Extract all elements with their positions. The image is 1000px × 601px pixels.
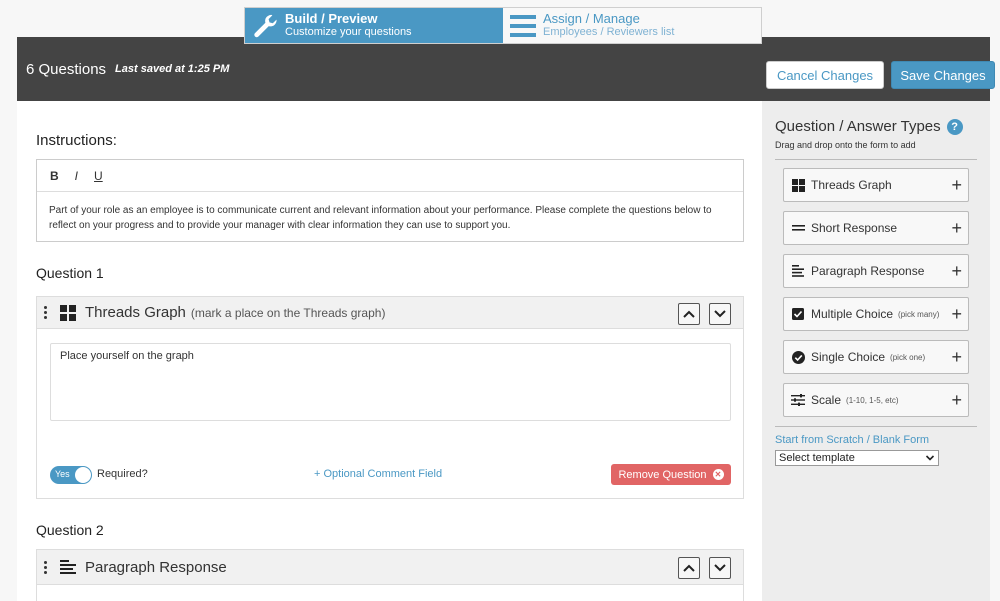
question-type-name: Paragraph Response bbox=[85, 558, 227, 576]
type-threads-graph[interactable]: Threads Graph + bbox=[783, 168, 969, 202]
type-hint: (pick one) bbox=[890, 352, 926, 362]
menu-icon bbox=[507, 11, 539, 41]
form-builder-panel: Instructions: B I U Part of your role as… bbox=[17, 101, 762, 601]
required-label: Required? bbox=[97, 468, 148, 480]
question-prompt-input[interactable]: Place yourself on the graph bbox=[50, 343, 731, 421]
check-circle-icon bbox=[791, 350, 805, 364]
question-header: Threads Graph (mark a place on the Threa… bbox=[37, 297, 743, 329]
template-select[interactable]: Select template bbox=[775, 450, 939, 466]
type-hint: (1-10, 1-5, etc) bbox=[846, 395, 899, 405]
remove-question-label: Remove Question bbox=[618, 468, 707, 481]
paragraph-icon bbox=[59, 558, 77, 576]
type-label: Paragraph Response bbox=[811, 264, 925, 278]
chevron-down-icon bbox=[714, 564, 726, 572]
close-icon: ✕ bbox=[712, 469, 724, 480]
help-icon[interactable]: ? bbox=[946, 118, 963, 135]
instructions-label: Instructions: bbox=[36, 132, 117, 149]
grid-icon bbox=[59, 304, 77, 322]
type-hint: (pick many) bbox=[898, 309, 940, 319]
type-label: Short Response bbox=[811, 221, 898, 235]
question-type-name: Threads Graph bbox=[85, 304, 186, 321]
move-down-button[interactable] bbox=[709, 303, 731, 325]
plus-icon[interactable]: + bbox=[951, 304, 962, 324]
step-subtitle: Employees / Reviewers list bbox=[543, 26, 675, 38]
plus-icon[interactable]: + bbox=[951, 261, 962, 281]
template-select-value: Select template bbox=[779, 452, 855, 464]
question-card: Threads Graph (mark a place on the Threa… bbox=[36, 296, 744, 499]
checkbox-icon bbox=[791, 307, 805, 321]
instructions-editor[interactable]: B I U Part of your role as an employee i… bbox=[36, 159, 744, 242]
cancel-changes-button[interactable]: Cancel Changes bbox=[766, 61, 884, 89]
chevron-down-icon bbox=[925, 455, 935, 461]
chevron-up-icon bbox=[683, 310, 695, 318]
step-tabs: Build / Preview Customize your questions… bbox=[244, 7, 762, 44]
question-type-hint: (mark a place on the Threads graph) bbox=[190, 305, 386, 320]
question-label: Question 2 bbox=[36, 522, 104, 538]
sidebar-title: Question / Answer Types ? bbox=[775, 118, 963, 135]
grid-icon bbox=[791, 178, 805, 192]
instructions-text[interactable]: Part of your role as an employee is to c… bbox=[37, 192, 743, 244]
form-header: 6 Questions Last saved at 1:25 PM Cancel… bbox=[17, 37, 995, 101]
step-build-preview[interactable]: Build / Preview Customize your questions bbox=[245, 8, 503, 43]
type-multiple-choice[interactable]: Multiple Choice (pick many) + bbox=[783, 297, 969, 331]
wrench-icon bbox=[249, 11, 281, 41]
question-card: Paragraph Response bbox=[36, 549, 744, 601]
toggle-label: Yes bbox=[55, 469, 70, 479]
optional-comment-link[interactable]: + Optional Comment Field bbox=[314, 468, 442, 480]
underline-button[interactable]: U bbox=[94, 169, 103, 183]
step-assign-manage[interactable]: Assign / Manage Employees / Reviewers li… bbox=[503, 8, 761, 43]
question-count: 6 Questions bbox=[26, 60, 107, 78]
question-label: Question 1 bbox=[36, 265, 104, 281]
type-label: Single Choice bbox=[811, 350, 886, 364]
save-changes-button[interactable]: Save Changes bbox=[891, 61, 995, 89]
question-header: Paragraph Response bbox=[37, 550, 743, 585]
question-types-sidebar: Question / Answer Types ? Drag and drop … bbox=[762, 101, 990, 601]
drag-handle-icon[interactable] bbox=[41, 560, 49, 574]
toggle-knob bbox=[75, 467, 91, 483]
sliders-icon bbox=[791, 393, 805, 407]
required-toggle[interactable]: Yes bbox=[50, 466, 92, 484]
divider bbox=[775, 426, 977, 427]
sidebar-title-text: Question / Answer Types bbox=[775, 118, 941, 135]
type-label: Multiple Choice bbox=[811, 307, 894, 321]
plus-icon[interactable]: + bbox=[951, 175, 962, 195]
remove-question-button[interactable]: Remove Question ✕ bbox=[611, 464, 731, 485]
type-short-response[interactable]: Short Response + bbox=[783, 211, 969, 245]
type-label: Threads Graph bbox=[811, 178, 892, 192]
step-subtitle: Customize your questions bbox=[285, 26, 412, 38]
editor-toolbar: B I U bbox=[37, 160, 743, 192]
italic-button[interactable]: I bbox=[75, 169, 78, 183]
type-scale[interactable]: Scale (1-10, 1-5, etc) + bbox=[783, 383, 969, 417]
start-from-scratch-link[interactable]: Start from Scratch / Blank Form bbox=[775, 434, 929, 446]
step-title: Build / Preview bbox=[285, 11, 378, 26]
chevron-up-icon bbox=[683, 564, 695, 572]
divider bbox=[775, 159, 977, 160]
last-saved-status: Last saved at 1:25 PM bbox=[115, 63, 230, 75]
drag-handle-icon[interactable] bbox=[41, 306, 49, 319]
plus-icon[interactable]: + bbox=[951, 390, 962, 410]
move-up-button[interactable] bbox=[678, 557, 700, 579]
step-title: Assign / Manage bbox=[543, 11, 640, 26]
chevron-down-icon bbox=[714, 310, 726, 318]
type-single-choice[interactable]: Single Choice (pick one) + bbox=[783, 340, 969, 374]
move-down-button[interactable] bbox=[709, 557, 731, 579]
plus-icon[interactable]: + bbox=[951, 218, 962, 238]
paragraph-icon bbox=[791, 264, 805, 278]
move-up-button[interactable] bbox=[678, 303, 700, 325]
type-paragraph-response[interactable]: Paragraph Response + bbox=[783, 254, 969, 288]
plus-icon[interactable]: + bbox=[951, 347, 962, 367]
bold-button[interactable]: B bbox=[50, 169, 59, 183]
type-label: Scale bbox=[811, 393, 842, 407]
short-lines-icon bbox=[791, 221, 805, 235]
sidebar-subtitle: Drag and drop onto the form to add bbox=[775, 140, 916, 150]
